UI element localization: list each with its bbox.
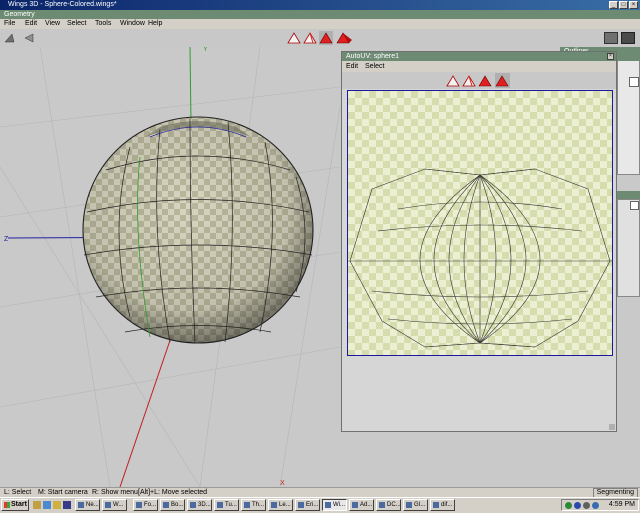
menu-tools[interactable]: Tools: [95, 20, 111, 27]
geometry-graph-panel[interactable]: [617, 199, 640, 297]
groundplane-icon[interactable]: [24, 33, 34, 43]
quicklaunch-app-icon[interactable]: [63, 501, 71, 509]
task-button-6[interactable]: Tu...: [214, 499, 239, 511]
status-alt-hint: [Alt]+L: Move selected: [138, 489, 208, 496]
window-title-bar: Wings 3D - Sphere-Colored.wings* _ □ ×: [0, 0, 640, 10]
tray-bluetooth-icon[interactable]: [574, 502, 581, 509]
panel-scroll-icon[interactable]: [630, 201, 639, 210]
maximize-button[interactable]: □: [619, 1, 628, 9]
tray-network-icon[interactable]: [565, 502, 572, 509]
menu-help[interactable]: Help: [148, 20, 162, 27]
autouv-window: AutoUV: sphere1 × Edit Select: [341, 51, 617, 432]
menu-edit[interactable]: Edit: [25, 20, 37, 27]
uv-edge-mode-icon[interactable]: [462, 75, 476, 87]
quicklaunch-ie-icon[interactable]: [43, 501, 51, 509]
uv-vertex-mode-icon[interactable]: [446, 75, 460, 87]
geometry-graph-title: [617, 191, 640, 199]
edge-mode-icon[interactable]: [303, 32, 317, 44]
task-button-14[interactable]: dif...: [430, 499, 455, 511]
uv-texture-area[interactable]: [347, 90, 613, 356]
task-button-2[interactable]: W...: [102, 499, 127, 511]
uv-face-mode-icon[interactable]: [478, 75, 492, 87]
autouv-menu-select[interactable]: Select: [365, 63, 384, 70]
autouv-resize-handle[interactable]: [609, 424, 615, 430]
outliner-panel[interactable]: [617, 55, 640, 175]
task-button-wings[interactable]: Wi...: [322, 499, 347, 511]
minimize-button[interactable]: _: [609, 1, 618, 9]
outliner-window-icon[interactable]: [621, 32, 635, 44]
task-button-5[interactable]: 3D...: [187, 499, 212, 511]
task-button-3[interactable]: Fo...: [133, 499, 158, 511]
menu-select[interactable]: Select: [67, 20, 86, 27]
task-button-8[interactable]: Le...: [268, 499, 293, 511]
z-axis-label: Z: [4, 236, 9, 243]
selection-mode-icons: [287, 31, 352, 45]
autouv-close-button[interactable]: ×: [607, 53, 614, 60]
windows-taskbar: Start Ne... W... Fo... Bo... 3D... Tu...…: [0, 497, 640, 513]
task-button-1[interactable]: Ne...: [75, 499, 100, 511]
panel-close-icon[interactable]: [629, 77, 639, 87]
geometry-label: Geometry: [4, 11, 35, 18]
quicklaunch-desktop-icon[interactable]: [33, 501, 41, 509]
system-tray: 4:59 PM: [561, 499, 639, 511]
menu-bar: File Edit View Select Tools Window Help: [0, 19, 640, 29]
menu-file[interactable]: File: [4, 20, 15, 27]
geometry-mode-bar: Geometry: [0, 10, 640, 19]
status-left-hint: L: Select: [4, 489, 32, 496]
tray-clock[interactable]: 4:59 PM: [609, 501, 635, 508]
uv-mesh[interactable]: [348, 91, 612, 355]
task-button-4[interactable]: Bo...: [160, 499, 185, 511]
close-button[interactable]: ×: [629, 1, 638, 9]
sphere-mesh[interactable]: [82, 116, 314, 344]
windows-flag-icon: [4, 502, 10, 508]
window-title: Wings 3D - Sphere-Colored.wings*: [8, 1, 117, 8]
task-button-9[interactable]: Eri...: [295, 499, 320, 511]
tray-app-icon[interactable]: [592, 502, 599, 509]
menu-window[interactable]: Window: [120, 20, 145, 27]
menu-view[interactable]: View: [45, 20, 60, 27]
view-toggle-icons: [4, 33, 34, 43]
x-axis-label: X: [280, 480, 285, 487]
autouv-toolbar: [342, 72, 616, 89]
vertex-mode-icon[interactable]: [287, 32, 301, 44]
geometry-window-icon[interactable]: [604, 32, 618, 44]
autouv-title: AutoUV: sphere1: [346, 53, 400, 60]
autouv-title-bar: AutoUV: sphere1: [342, 52, 616, 61]
y-axis-label: Y: [203, 47, 208, 53]
ortho-view-icon[interactable]: [4, 33, 15, 43]
autouv-selection-icons: [446, 73, 510, 88]
right-panel-strip: [617, 47, 640, 487]
autouv-menu-edit[interactable]: Edit: [346, 63, 358, 70]
status-middle-hint: M: Start camera: [38, 489, 88, 496]
status-right-hint: R: Show menu: [92, 489, 138, 496]
start-label: Start: [11, 501, 27, 508]
task-button-11[interactable]: Ad...: [349, 499, 374, 511]
task-button-12[interactable]: DC...: [376, 499, 401, 511]
tray-volume-icon[interactable]: [583, 502, 590, 509]
toolbar: [0, 29, 640, 48]
task-button-13[interactable]: GI...: [403, 499, 428, 511]
body-mode-icon[interactable]: [336, 32, 352, 44]
uv-body-mode-icon[interactable]: [495, 73, 510, 88]
start-button[interactable]: Start: [1, 499, 29, 511]
task-button-7[interactable]: Th...: [241, 499, 266, 511]
quicklaunch-folder-icon[interactable]: [53, 501, 61, 509]
face-mode-icon[interactable]: [319, 31, 333, 45]
